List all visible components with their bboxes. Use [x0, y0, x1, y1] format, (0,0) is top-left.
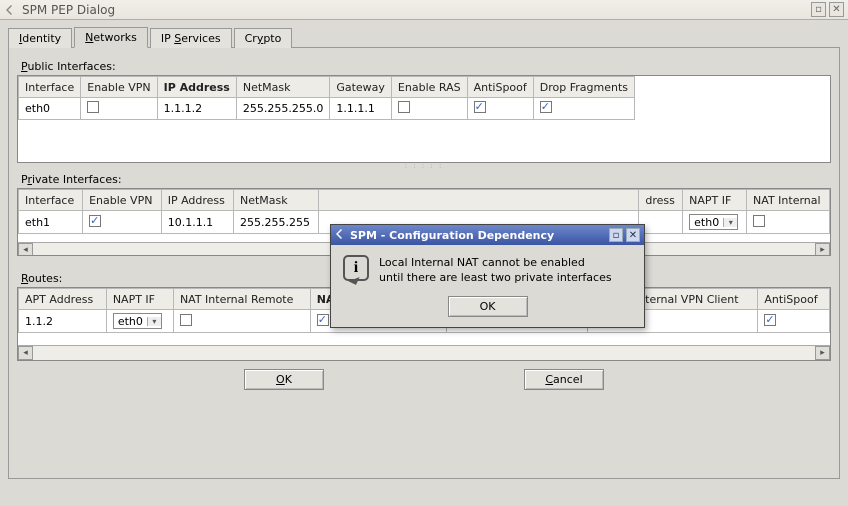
- checkbox-icon[interactable]: [398, 101, 410, 113]
- cell-netmask[interactable]: 255.255.255: [233, 211, 318, 234]
- window-titlebar: SPM PEP Dialog ▫ ✕: [0, 0, 848, 20]
- col-enable-vpn[interactable]: Enable VPN: [81, 77, 157, 98]
- scroll-right-icon[interactable]: ▸: [815, 346, 830, 360]
- table-row[interactable]: eth0 1.1.1.2 255.255.255.0 1.1.1.1: [19, 98, 635, 120]
- app-icon: [4, 3, 18, 17]
- col-napt-if[interactable]: NAPT IF: [106, 289, 173, 310]
- col-napt-if[interactable]: NAPT IF: [683, 190, 747, 211]
- col-interface[interactable]: Interface: [19, 190, 83, 211]
- scroll-track[interactable]: [33, 346, 815, 360]
- cell-gateway[interactable]: 1.1.1.1: [330, 98, 392, 120]
- ok-button[interactable]: OK: [244, 369, 324, 390]
- checkbox-icon[interactable]: [764, 314, 776, 326]
- col-drop-fragments[interactable]: Drop Fragments: [533, 77, 634, 98]
- dialog-line1: Local Internal NAT cannot be enabled: [379, 255, 612, 270]
- checkbox-icon[interactable]: [753, 215, 765, 227]
- scroll-left-icon[interactable]: ◂: [18, 243, 33, 256]
- cell-ip[interactable]: 1.1.1.2: [157, 98, 236, 120]
- scroll-left-icon[interactable]: ◂: [18, 346, 33, 360]
- chevron-down-icon[interactable]: ▾: [147, 317, 161, 326]
- cancel-button[interactable]: Cancel: [524, 369, 604, 390]
- info-icon: i: [343, 255, 369, 281]
- tab-crypto[interactable]: Crypto: [234, 28, 293, 48]
- window-title: SPM PEP Dialog: [18, 3, 808, 17]
- checkbox-icon[interactable]: [317, 314, 329, 326]
- cell-enable-vpn[interactable]: [83, 211, 162, 234]
- maximize-button[interactable]: ▫: [811, 2, 826, 17]
- napt-if-dropdown[interactable]: eth0 ▾: [689, 214, 738, 230]
- dialog-maximize-button[interactable]: ▫: [609, 228, 623, 242]
- cell-enable-ras[interactable]: [391, 98, 467, 120]
- private-interfaces-label: Private Interfaces:: [21, 173, 829, 186]
- tab-identity[interactable]: Identity: [8, 28, 72, 48]
- tab-ip-services[interactable]: IP Services: [150, 28, 232, 48]
- checkbox-icon[interactable]: [89, 215, 101, 227]
- col-nat-internal[interactable]: NAT Internal: [747, 190, 830, 211]
- col-enable-vpn[interactable]: Enable VPN: [83, 190, 162, 211]
- checkbox-icon[interactable]: [180, 314, 192, 326]
- cell-nat-internal[interactable]: [747, 211, 830, 234]
- close-button[interactable]: ✕: [829, 2, 844, 17]
- cell-enable-vpn[interactable]: [81, 98, 157, 120]
- col-nat-internal-remote[interactable]: NAT Internal Remote: [173, 289, 310, 310]
- col-ip[interactable]: IP Address: [161, 190, 233, 211]
- chevron-down-icon[interactable]: ▾: [723, 218, 737, 227]
- col-enable-ras[interactable]: Enable RAS: [391, 77, 467, 98]
- cell-interface[interactable]: eth1: [19, 211, 83, 234]
- dialog-line2: until there are least two private interf…: [379, 270, 612, 285]
- col-netmask[interactable]: NetMask: [233, 190, 318, 211]
- public-interfaces-table[interactable]: Interface Enable VPN IP Address NetMask …: [18, 76, 635, 120]
- dialog-close-button[interactable]: ✕: [626, 228, 640, 242]
- checkbox-icon[interactable]: [87, 101, 99, 113]
- dropdown-value: eth0: [114, 315, 147, 328]
- col-dress[interactable]: dress: [639, 190, 683, 211]
- cell-netmask[interactable]: 255.255.255.0: [236, 98, 329, 120]
- cell-napt-if[interactable]: eth0 ▾: [106, 310, 173, 333]
- dialog-app-icon: [335, 228, 347, 243]
- cell-antispoof[interactable]: [467, 98, 533, 120]
- public-interfaces-table-wrap: Interface Enable VPN IP Address NetMask …: [17, 75, 831, 163]
- cell-napt-if[interactable]: eth0 ▾: [683, 211, 747, 234]
- dialog-message: Local Internal NAT cannot be enabled unt…: [379, 255, 612, 286]
- col-antispoof[interactable]: AntiSpoof: [758, 289, 830, 310]
- col-gateway[interactable]: Gateway: [330, 77, 392, 98]
- public-interfaces-label: Public Interfaces:: [21, 60, 829, 73]
- config-dependency-dialog: SPM - Configuration Dependency ▫ ✕ i Loc…: [330, 224, 645, 328]
- cell-nat-internal-remote[interactable]: [173, 310, 310, 333]
- cell-drop-fragments[interactable]: [533, 98, 634, 120]
- splitter-grip[interactable]: : : : : :: [17, 163, 831, 169]
- h-scrollbar[interactable]: ◂ ▸: [18, 345, 830, 360]
- col-interface[interactable]: Interface: [19, 77, 81, 98]
- col-ip[interactable]: IP Address: [157, 77, 236, 98]
- tab-networks[interactable]: Networks: [74, 27, 148, 48]
- dropdown-value: eth0: [690, 216, 723, 229]
- col-antispoof[interactable]: AntiSpoof: [467, 77, 533, 98]
- checkbox-icon[interactable]: [474, 101, 486, 113]
- cell-apt-address[interactable]: 1.1.2: [19, 310, 107, 333]
- napt-if-dropdown[interactable]: eth0 ▾: [113, 313, 162, 329]
- scroll-right-icon[interactable]: ▸: [815, 243, 830, 256]
- col-netmask[interactable]: NetMask: [236, 77, 329, 98]
- cell-ip[interactable]: 10.1.1.1: [161, 211, 233, 234]
- dialog-title: SPM - Configuration Dependency: [347, 229, 606, 242]
- cell-interface[interactable]: eth0: [19, 98, 81, 120]
- dialog-titlebar: SPM - Configuration Dependency ▫ ✕: [331, 225, 644, 245]
- checkbox-icon[interactable]: [540, 101, 552, 113]
- dialog-ok-button[interactable]: OK: [448, 296, 528, 317]
- cell-antispoof[interactable]: [758, 310, 830, 333]
- tab-bar: Identity Networks IP Services Crypto: [8, 26, 840, 47]
- col-apt-address[interactable]: APT Address: [19, 289, 107, 310]
